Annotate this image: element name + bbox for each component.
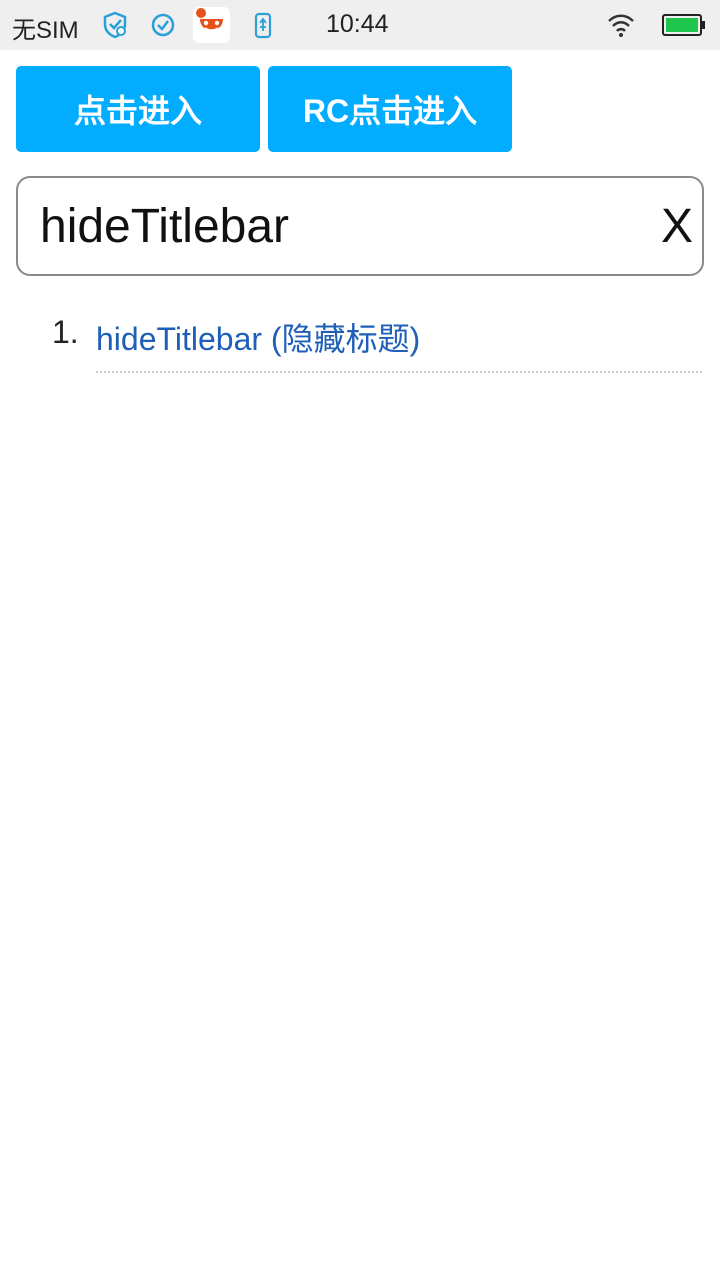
- enter-button[interactable]: 点击进入: [16, 66, 260, 152]
- rc-enter-button[interactable]: RC点击进入: [268, 66, 512, 152]
- divider: [96, 371, 702, 373]
- result-link[interactable]: hideTitlebar (隐藏标题): [96, 314, 420, 360]
- wifi-icon: [608, 14, 634, 37]
- status-bar: 无SIM 10:44: [0, 0, 720, 50]
- list-item: 1. hideTitlebar (隐藏标题): [0, 304, 720, 374]
- clear-button[interactable]: X: [656, 198, 698, 254]
- search-box: X: [16, 176, 704, 276]
- clock: 10:44: [326, 10, 389, 38]
- app-notification-icon: [193, 7, 230, 43]
- usb-icon: [254, 12, 272, 39]
- shield-icon: [103, 11, 127, 39]
- carrier-label: 无SIM: [12, 17, 79, 44]
- search-input[interactable]: [40, 198, 630, 254]
- check-circle-icon: [151, 13, 175, 37]
- battery-icon: [662, 14, 705, 36]
- list-item-index: 1.: [52, 314, 79, 350]
